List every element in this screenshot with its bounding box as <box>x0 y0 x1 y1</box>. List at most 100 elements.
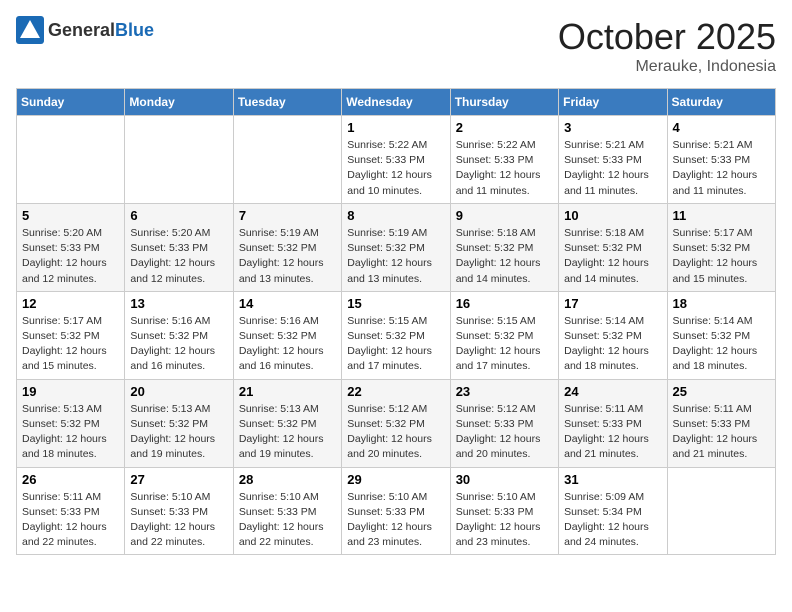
day-number: 1 <box>347 120 444 135</box>
page-header: GeneralBlue October 2025 Merauke, Indone… <box>16 16 776 76</box>
calendar-week: 12 Sunrise: 5:17 AMSunset: 5:32 PMDayligh… <box>17 291 776 379</box>
logo: GeneralBlue <box>16 16 154 44</box>
calendar-cell <box>17 116 125 204</box>
day-number: 10 <box>564 208 661 223</box>
weekday-header: Friday <box>559 89 667 116</box>
calendar-cell: 29 Sunrise: 5:10 AMSunset: 5:33 PMDayligh… <box>342 467 450 555</box>
day-number: 9 <box>456 208 553 223</box>
day-number: 28 <box>239 472 336 487</box>
calendar-cell: 27 Sunrise: 5:10 AMSunset: 5:33 PMDayligh… <box>125 467 233 555</box>
calendar-cell: 15 Sunrise: 5:15 AMSunset: 5:32 PMDayligh… <box>342 291 450 379</box>
day-number: 7 <box>239 208 336 223</box>
day-info: Sunrise: 5:21 AMSunset: 5:33 PMDaylight:… <box>564 138 661 199</box>
logo-blue: Blue <box>115 20 154 40</box>
calendar-cell: 5 Sunrise: 5:20 AMSunset: 5:33 PMDaylight… <box>17 203 125 291</box>
calendar-cell: 21 Sunrise: 5:13 AMSunset: 5:32 PMDayligh… <box>233 379 341 467</box>
day-number: 16 <box>456 296 553 311</box>
calendar-cell: 7 Sunrise: 5:19 AMSunset: 5:32 PMDaylight… <box>233 203 341 291</box>
logo-general: General <box>48 20 115 40</box>
day-info: Sunrise: 5:13 AMSunset: 5:32 PMDaylight:… <box>239 402 336 463</box>
day-info: Sunrise: 5:11 AMSunset: 5:33 PMDaylight:… <box>564 402 661 463</box>
calendar-cell: 11Sunrise: 5:17 AMSunset: 5:32 PMDayligh… <box>667 203 775 291</box>
calendar-header: SundayMondayTuesdayWednesdayThursdayFrid… <box>17 89 776 116</box>
day-info: Sunrise: 5:17 AMSunset: 5:32 PMDaylight:… <box>22 314 119 375</box>
day-number: 20 <box>130 384 227 399</box>
day-number: 17 <box>564 296 661 311</box>
day-info: Sunrise: 5:14 AMSunset: 5:32 PMDaylight:… <box>564 314 661 375</box>
calendar-cell: 28 Sunrise: 5:10 AMSunset: 5:33 PMDayligh… <box>233 467 341 555</box>
day-number: 21 <box>239 384 336 399</box>
day-number: 25 <box>673 384 770 399</box>
day-info: Sunrise: 5:10 AMSunset: 5:33 PMDaylight:… <box>130 490 227 551</box>
day-info: Sunrise: 5:19 AMSunset: 5:32 PMDaylight:… <box>347 226 444 287</box>
location: Merauke, Indonesia <box>558 58 776 76</box>
calendar-cell: 1 Sunrise: 5:22 AMSunset: 5:33 PMDaylight… <box>342 116 450 204</box>
calendar-cell: 10 Sunrise: 5:18 AMSunset: 5:32 PMDayligh… <box>559 203 667 291</box>
calendar-cell: 16Sunrise: 5:15 AMSunset: 5:32 PMDayligh… <box>450 291 558 379</box>
day-number: 5 <box>22 208 119 223</box>
calendar-week: 1 Sunrise: 5:22 AMSunset: 5:33 PMDaylight… <box>17 116 776 204</box>
calendar-cell: 20 Sunrise: 5:13 AMSunset: 5:32 PMDayligh… <box>125 379 233 467</box>
calendar-cell: 3 Sunrise: 5:21 AMSunset: 5:33 PMDaylight… <box>559 116 667 204</box>
day-number: 3 <box>564 120 661 135</box>
day-info: Sunrise: 5:16 AMSunset: 5:32 PMDaylight:… <box>239 314 336 375</box>
calendar-cell: 14 Sunrise: 5:16 AMSunset: 5:32 PMDayligh… <box>233 291 341 379</box>
day-number: 31 <box>564 472 661 487</box>
day-number: 30 <box>456 472 553 487</box>
calendar-cell: 30 Sunrise: 5:10 AMSunset: 5:33 PMDayligh… <box>450 467 558 555</box>
weekday-header: Saturday <box>667 89 775 116</box>
calendar-body: 1 Sunrise: 5:22 AMSunset: 5:33 PMDaylight… <box>17 116 776 555</box>
calendar-cell: 6Sunrise: 5:20 AMSunset: 5:33 PMDaylight… <box>125 203 233 291</box>
day-number: 12 <box>22 296 119 311</box>
day-info: Sunrise: 5:16 AMSunset: 5:32 PMDaylight:… <box>130 314 227 375</box>
day-number: 22 <box>347 384 444 399</box>
day-info: Sunrise: 5:12 AMSunset: 5:32 PMDaylight:… <box>347 402 444 463</box>
calendar-cell: 12 Sunrise: 5:17 AMSunset: 5:32 PMDayligh… <box>17 291 125 379</box>
calendar-cell: 19 Sunrise: 5:13 AMSunset: 5:32 PMDayligh… <box>17 379 125 467</box>
day-number: 26 <box>22 472 119 487</box>
day-info: Sunrise: 5:20 AMSunset: 5:33 PMDaylight:… <box>22 226 119 287</box>
calendar-cell: 31 Sunrise: 5:09 AMSunset: 5:34 PMDayligh… <box>559 467 667 555</box>
day-number: 14 <box>239 296 336 311</box>
calendar-cell <box>233 116 341 204</box>
day-info: Sunrise: 5:22 AMSunset: 5:33 PMDaylight:… <box>347 138 444 199</box>
calendar-cell: 9 Sunrise: 5:18 AMSunset: 5:32 PMDaylight… <box>450 203 558 291</box>
day-info: Sunrise: 5:10 AMSunset: 5:33 PMDaylight:… <box>456 490 553 551</box>
weekday-header: Wednesday <box>342 89 450 116</box>
calendar-cell <box>667 467 775 555</box>
day-number: 15 <box>347 296 444 311</box>
day-info: Sunrise: 5:11 AMSunset: 5:33 PMDaylight:… <box>673 402 770 463</box>
day-number: 27 <box>130 472 227 487</box>
weekday-header: Thursday <box>450 89 558 116</box>
day-number: 2 <box>456 120 553 135</box>
title-block: October 2025 Merauke, Indonesia <box>558 16 776 76</box>
calendar-cell: 2 Sunrise: 5:22 AMSunset: 5:33 PMDaylight… <box>450 116 558 204</box>
day-number: 29 <box>347 472 444 487</box>
calendar-cell: 17 Sunrise: 5:14 AMSunset: 5:32 PMDayligh… <box>559 291 667 379</box>
calendar-cell: 26Sunrise: 5:11 AMSunset: 5:33 PMDayligh… <box>17 467 125 555</box>
day-number: 23 <box>456 384 553 399</box>
day-info: Sunrise: 5:15 AMSunset: 5:32 PMDaylight:… <box>347 314 444 375</box>
day-info: Sunrise: 5:14 AMSunset: 5:32 PMDaylight:… <box>673 314 770 375</box>
day-number: 19 <box>22 384 119 399</box>
calendar-cell: 8Sunrise: 5:19 AMSunset: 5:32 PMDaylight… <box>342 203 450 291</box>
day-info: Sunrise: 5:12 AMSunset: 5:33 PMDaylight:… <box>456 402 553 463</box>
day-number: 13 <box>130 296 227 311</box>
calendar-cell: 22 Sunrise: 5:12 AMSunset: 5:32 PMDayligh… <box>342 379 450 467</box>
calendar-cell: 4Sunrise: 5:21 AMSunset: 5:33 PMDaylight… <box>667 116 775 204</box>
weekday-header: Monday <box>125 89 233 116</box>
day-info: Sunrise: 5:18 AMSunset: 5:32 PMDaylight:… <box>456 226 553 287</box>
day-info: Sunrise: 5:10 AMSunset: 5:33 PMDaylight:… <box>347 490 444 551</box>
day-number: 4 <box>673 120 770 135</box>
calendar-cell <box>125 116 233 204</box>
day-info: Sunrise: 5:17 AMSunset: 5:32 PMDaylight:… <box>673 226 770 287</box>
day-info: Sunrise: 5:22 AMSunset: 5:33 PMDaylight:… <box>456 138 553 199</box>
calendar-table: SundayMondayTuesdayWednesdayThursdayFrid… <box>16 88 776 555</box>
calendar-cell: 23 Sunrise: 5:12 AMSunset: 5:33 PMDayligh… <box>450 379 558 467</box>
day-info: Sunrise: 5:18 AMSunset: 5:32 PMDaylight:… <box>564 226 661 287</box>
day-info: Sunrise: 5:09 AMSunset: 5:34 PMDaylight:… <box>564 490 661 551</box>
day-info: Sunrise: 5:13 AMSunset: 5:32 PMDaylight:… <box>22 402 119 463</box>
day-info: Sunrise: 5:19 AMSunset: 5:32 PMDaylight:… <box>239 226 336 287</box>
day-info: Sunrise: 5:10 AMSunset: 5:33 PMDaylight:… <box>239 490 336 551</box>
day-info: Sunrise: 5:13 AMSunset: 5:32 PMDaylight:… <box>130 402 227 463</box>
